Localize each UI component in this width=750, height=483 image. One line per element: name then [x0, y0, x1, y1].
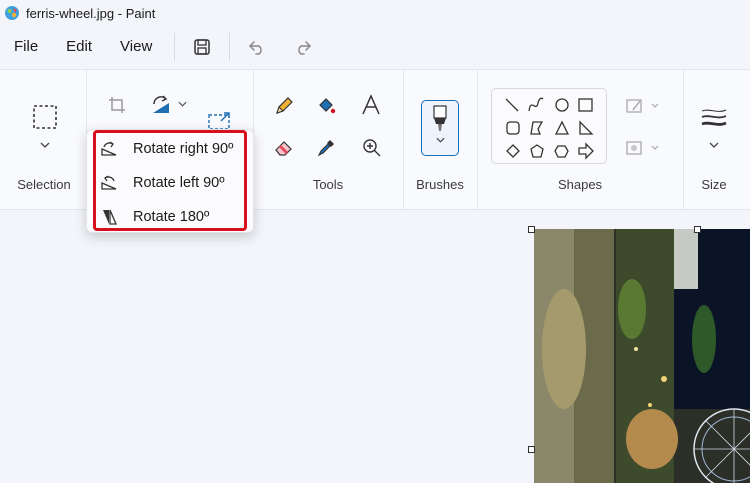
window-title: ferris-wheel.jpg - Paint: [26, 5, 156, 21]
resize-handle-left-middle[interactable]: [528, 446, 535, 453]
line-weight-icon: [701, 109, 727, 126]
polygon-shape-icon[interactable]: [530, 121, 544, 135]
brushes-button[interactable]: [421, 100, 459, 156]
pencil-icon: [276, 97, 293, 114]
rotate-right-label: Rotate right 90º: [133, 141, 234, 157]
zoom-icon: [363, 139, 381, 157]
crop-icon: [109, 97, 125, 113]
rotate-180-icon: [99, 207, 119, 227]
rotate-180-item[interactable]: Rotate 180º: [95, 202, 245, 232]
text-button[interactable]: [358, 92, 384, 118]
menu-bar: File Edit View: [0, 26, 750, 68]
paint-app-icon: [5, 6, 19, 20]
group-label-shapes: Shapes: [557, 177, 603, 192]
group-label-size: Size: [701, 177, 727, 192]
undo-button[interactable]: [240, 31, 274, 63]
crop-button[interactable]: [106, 94, 128, 116]
chevron-down-icon: [435, 137, 445, 143]
menu-file[interactable]: File: [0, 31, 52, 63]
fill-style-icon: [626, 141, 659, 155]
oval-shape-icon[interactable]: [555, 98, 569, 112]
eyedropper-icon: [317, 140, 334, 157]
shapes-grid: [505, 97, 594, 160]
rotate-left-item[interactable]: Rotate left 90º: [95, 168, 245, 198]
rotate-left-label: Rotate left 90º: [133, 175, 225, 191]
line-shape-icon[interactable]: [505, 98, 519, 112]
selection-button[interactable]: [30, 102, 60, 132]
menu-divider: [174, 33, 176, 61]
undo-icon: [249, 41, 262, 55]
magnifier-button[interactable]: [360, 136, 384, 160]
rotate-menu: Rotate right 90º Rotate left 90º Rotate …: [86, 129, 254, 233]
shapes-gallery: [491, 88, 607, 164]
pencil-button[interactable]: [272, 94, 296, 118]
rotate-180-label: Rotate 180º: [133, 209, 210, 225]
menu-edit[interactable]: Edit: [52, 31, 106, 63]
curve-shape-icon[interactable]: [528, 97, 544, 112]
group-label-brushes: Brushes: [416, 177, 464, 192]
menu-divider-2: [229, 33, 231, 61]
rotate-dropdown[interactable]: [176, 98, 188, 110]
outline-icon: [626, 99, 659, 113]
eraser-icon: [275, 141, 292, 156]
right-triangle-shape-icon[interactable]: [579, 120, 594, 135]
size-button[interactable]: [698, 106, 730, 130]
rectangle-shape-icon[interactable]: [578, 98, 593, 112]
rotate-right-icon: [99, 139, 119, 159]
ribbon-divider: [683, 70, 684, 210]
resize-handle-top-left[interactable]: [528, 226, 535, 233]
fill-bucket-icon: [319, 98, 336, 114]
outline-button[interactable]: [624, 96, 662, 116]
save-button[interactable]: [185, 31, 219, 63]
rectangle-select-icon: [33, 105, 57, 129]
pentagon-shape-icon[interactable]: [530, 144, 544, 158]
group-label-selection: Selection: [17, 177, 71, 192]
resize-icon: [208, 112, 230, 130]
canvas-image[interactable]: [534, 229, 750, 483]
redo-icon: [298, 41, 312, 55]
diamond-shape-icon[interactable]: [506, 144, 520, 158]
color-picker-button[interactable]: [314, 136, 338, 160]
ribbon-divider: [477, 70, 478, 210]
chevron-down-icon: [40, 142, 50, 148]
ferris-wheel-photo: [534, 229, 750, 483]
rotate-right-item[interactable]: Rotate right 90º: [95, 134, 245, 164]
text-icon: [362, 94, 380, 115]
arrow-shape-icon[interactable]: [578, 142, 594, 160]
size-dropdown[interactable]: [706, 138, 722, 152]
chevron-down-icon: [177, 101, 187, 107]
brush-icon: [433, 105, 447, 131]
rotate-button[interactable]: [148, 94, 174, 116]
group-label-tools: Tools: [312, 177, 344, 192]
title-bar: ferris-wheel.jpg - Paint: [0, 0, 750, 26]
rotate-left-icon: [99, 173, 119, 193]
menu-view[interactable]: View: [106, 31, 166, 63]
redo-button[interactable]: [286, 31, 320, 63]
hexagon-shape-icon[interactable]: [554, 145, 569, 158]
fill-style-button[interactable]: [624, 138, 662, 158]
chevron-down-icon: [709, 142, 719, 148]
ribbon-divider: [403, 70, 404, 210]
resize-handle-top-right[interactable]: [694, 226, 701, 233]
rotate-icon: [153, 95, 169, 113]
rounded-rectangle-shape-icon[interactable]: [506, 121, 520, 135]
selection-dropdown[interactable]: [37, 138, 53, 152]
triangle-shape-icon[interactable]: [554, 120, 570, 135]
eraser-button[interactable]: [272, 136, 296, 160]
canvas-area[interactable]: [0, 210, 750, 483]
fill-button[interactable]: [314, 94, 338, 118]
save-icon: [194, 39, 211, 55]
